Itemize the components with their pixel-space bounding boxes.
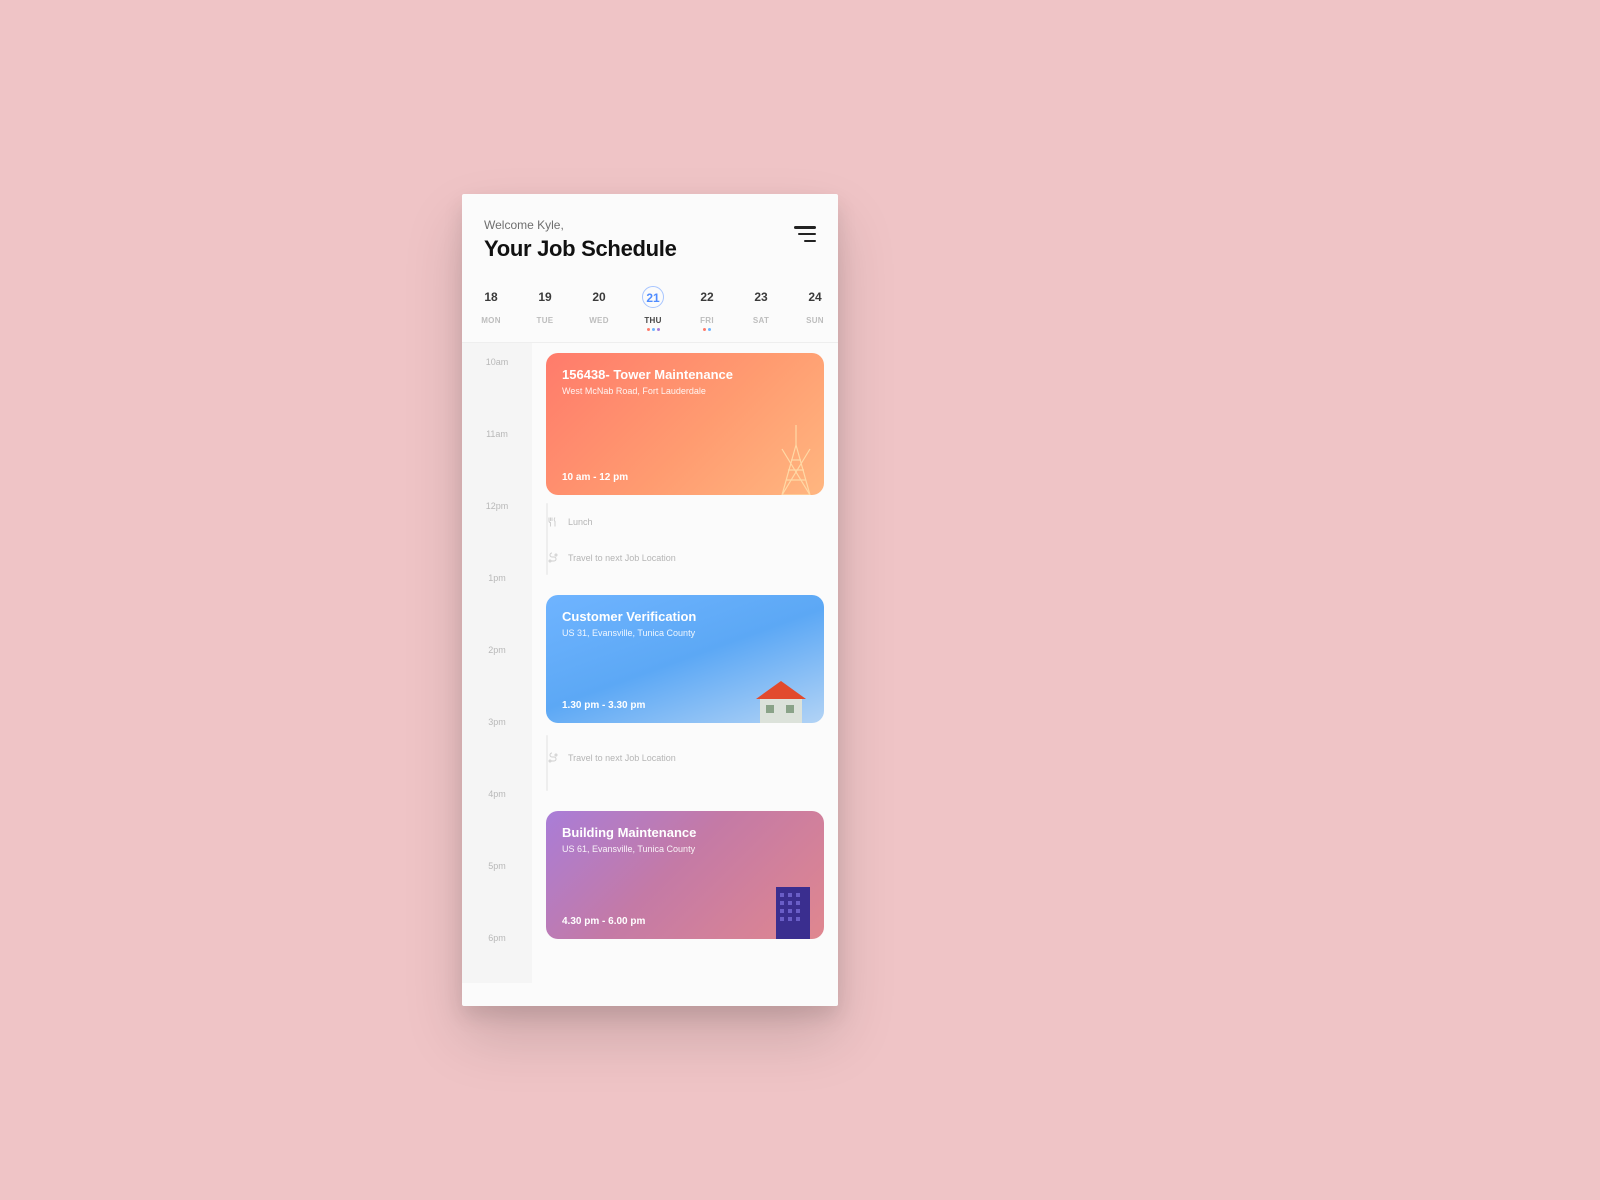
time-label: 4pm [462,789,532,799]
job-card-customer-verification[interactable]: Customer Verification US 31, Evansville,… [546,595,824,723]
day-cell-wed[interactable]: 20 WED [572,286,626,332]
day-cell-sat[interactable]: 23 SAT [734,286,788,332]
mini-event-lunch[interactable]: Lunch [546,515,593,529]
day-strip[interactable]: 18 MON 19 TUE 20 WED 21 THU 22 [462,272,838,343]
route-icon [546,751,560,765]
time-label: 1pm [462,573,532,583]
day-number: 24 [804,286,826,308]
app-screen: Welcome Kyle, Your Job Schedule 18 MON 1… [462,194,838,1006]
mini-event-travel[interactable]: Travel to next Job Location [546,751,676,765]
job-card-tower-maintenance[interactable]: 156438- Tower Maintenance West McNab Roa… [546,353,824,495]
day-cell-mon[interactable]: 18 MON [464,286,518,332]
event-dots [572,328,626,332]
day-number: 20 [588,286,610,308]
day-of-week: WED [572,316,626,325]
time-label: 2pm [462,645,532,655]
day-cell-thu[interactable]: 21 THU [626,286,680,332]
time-label: 6pm [462,933,532,943]
event-dots [680,328,734,332]
mini-label: Travel to next Job Location [568,753,676,763]
timeline: 10am 11am 12pm 1pm 2pm 3pm 4pm 5pm 6pm 156438- T… [462,343,838,983]
day-number: 18 [480,286,502,308]
day-of-week: THU [626,316,680,325]
time-label: 12pm [462,501,532,511]
page-title: Your Job Schedule [484,236,677,262]
day-of-week: TUE [518,316,572,325]
time-label: 11am [462,429,532,439]
mini-event-travel[interactable]: Travel to next Job Location [546,551,676,565]
event-dots [464,328,518,332]
welcome-text: Welcome Kyle, [484,218,677,232]
mini-label: Lunch [568,517,593,527]
route-icon [546,551,560,565]
building-icon [770,879,816,939]
job-location: US 31, Evansville, Tunica County [562,628,808,638]
day-of-week: SAT [734,316,788,325]
job-card-building-maintenance[interactable]: Building Maintenance US 61, Evansville, … [546,811,824,939]
schedule-column: 156438- Tower Maintenance West McNab Roa… [532,343,838,983]
time-column: 10am 11am 12pm 1pm 2pm 3pm 4pm 5pm 6pm [462,343,532,983]
day-of-week: MON [464,316,518,325]
event-dots [626,328,680,332]
day-number: 21 [642,286,664,308]
job-location: US 61, Evansville, Tunica County [562,844,808,854]
house-icon [746,679,816,723]
time-label: 5pm [462,861,532,871]
job-time: 4.30 pm - 6.00 pm [562,916,645,927]
day-cell-sun[interactable]: 24 SUN [788,286,838,332]
job-title: Building Maintenance [562,825,808,840]
tower-icon [776,425,816,495]
header: Welcome Kyle, Your Job Schedule [462,194,838,272]
event-dots [518,328,572,332]
event-dots [788,328,838,332]
day-number: 22 [696,286,718,308]
header-titles: Welcome Kyle, Your Job Schedule [484,218,677,262]
day-cell-fri[interactable]: 22 FRI [680,286,734,332]
day-of-week: SUN [788,316,838,325]
job-title: Customer Verification [562,609,808,624]
job-time: 1.30 pm - 3.30 pm [562,700,645,711]
time-label: 3pm [462,717,532,727]
event-dots [734,328,788,332]
job-title: 156438- Tower Maintenance [562,367,808,382]
day-number: 19 [534,286,556,308]
utensils-icon [546,515,560,529]
day-number: 23 [750,286,772,308]
job-time: 10 am - 12 pm [562,472,628,483]
day-of-week: FRI [680,316,734,325]
menu-icon[interactable] [794,226,816,242]
mini-label: Travel to next Job Location [568,553,676,563]
day-cell-tue[interactable]: 19 TUE [518,286,572,332]
job-location: West McNab Road, Fort Lauderdale [562,386,808,396]
time-label: 10am [462,357,532,367]
